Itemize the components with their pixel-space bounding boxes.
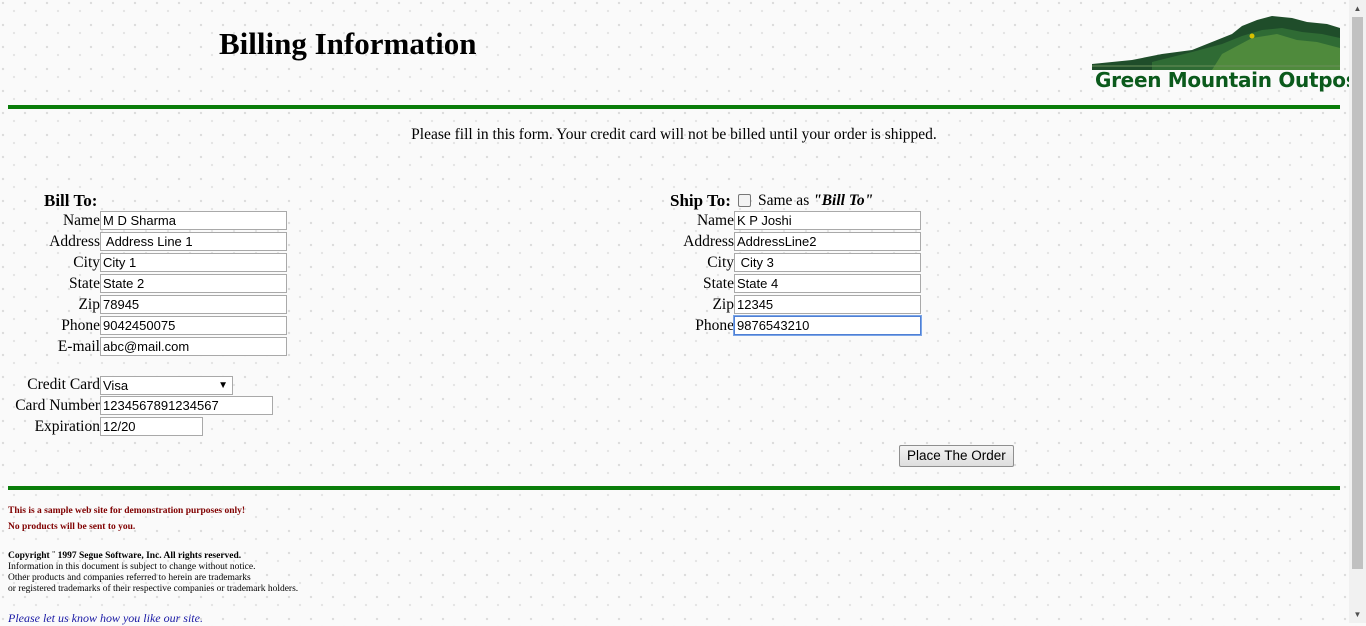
ship-state-field[interactable]: State 4: [734, 274, 921, 293]
bill-state-label: State: [69, 275, 100, 292]
ship-address-label: Address: [683, 233, 734, 250]
same-as-bill-to-checkbox[interactable]: [738, 194, 751, 207]
same-as-bill-to-emph: "Bill To": [813, 192, 874, 209]
expiration-field[interactable]: 12/20: [100, 417, 203, 436]
disclaimer-line-1: Information in this document is subject …: [8, 562, 256, 572]
ship-city-field[interactable]: City 3: [734, 253, 921, 272]
place-order-button[interactable]: Place The Order: [899, 445, 1014, 467]
bill-phone-label: Phone: [61, 317, 100, 334]
ship-phone-label: Phone: [695, 317, 734, 334]
bill-zip-field[interactable]: 78945: [100, 295, 287, 314]
demo-notice: This is a sample web site for demonstrat…: [8, 506, 246, 516]
bill-zip-label: Zip: [78, 296, 100, 313]
ship-name-label: Name: [696, 212, 734, 229]
ship-zip-label: Zip: [712, 296, 734, 313]
page-title: Billing Information: [219, 26, 477, 61]
no-products-notice: No products will be sent to you.: [8, 522, 136, 532]
disclaimer-line-2: Other products and companies referred to…: [8, 573, 251, 583]
ship-name-field[interactable]: K P Joshi: [734, 211, 921, 230]
bill-address-label: Address: [49, 233, 100, 250]
bill-to-heading: Bill To:: [44, 191, 98, 210]
vertical-scrollbar[interactable]: ▲ ▼: [1349, 0, 1366, 623]
scrollbar-thumb[interactable]: [1352, 17, 1363, 569]
bill-city-label: City: [73, 254, 100, 271]
expiration-label: Expiration: [34, 418, 100, 435]
arrow-up-icon[interactable]: ▲: [1349, 0, 1366, 17]
credit-card-label: Credit Card: [27, 376, 100, 393]
bill-name-label: Name: [62, 212, 100, 229]
card-number-label: Card Number: [15, 397, 100, 414]
same-as-prefix: Same as: [758, 192, 814, 209]
feedback-link[interactable]: Please let us know how you like our site…: [8, 611, 203, 626]
disclaimer-line-3: or registered trademarks of their respec…: [8, 584, 299, 594]
bill-name-field[interactable]: M D Sharma: [100, 211, 287, 230]
chevron-down-icon: ▼: [218, 380, 228, 391]
arrow-down-icon[interactable]: ▼: [1349, 606, 1366, 623]
bill-email-field[interactable]: abc@mail.com: [100, 337, 287, 356]
bill-phone-field[interactable]: 9042450075: [100, 316, 287, 335]
credit-card-value: Visa: [103, 378, 129, 393]
ship-city-label: City: [707, 254, 734, 271]
intro-text: Please fill in this form. Your credit ca…: [411, 126, 937, 143]
bill-state-field[interactable]: State 2: [100, 274, 287, 293]
bill-email-label: E-mail: [57, 338, 100, 355]
credit-card-select[interactable]: Visa ▼: [100, 376, 233, 395]
bottom-divider: [8, 486, 1340, 490]
same-as-bill-to-label: Same as "Bill To": [758, 192, 873, 210]
ship-state-label: State: [703, 275, 734, 292]
bill-address-field[interactable]: Address Line 1: [100, 232, 287, 251]
ship-zip-field[interactable]: 12345: [734, 295, 921, 314]
copyright-text: Copyright ¨ 1997 Segue Software, Inc. Al…: [8, 551, 242, 561]
bill-city-field[interactable]: City 1: [100, 253, 287, 272]
logo-text: Green Mountain Outpost: [1095, 68, 1366, 92]
card-number-field[interactable]: 1234567891234567: [100, 396, 273, 415]
ship-address-field[interactable]: AddressLine2: [734, 232, 921, 251]
ship-to-heading: Ship To:: [670, 191, 731, 210]
ship-phone-field[interactable]: 9876543210: [734, 316, 921, 335]
top-divider: [8, 105, 1340, 109]
